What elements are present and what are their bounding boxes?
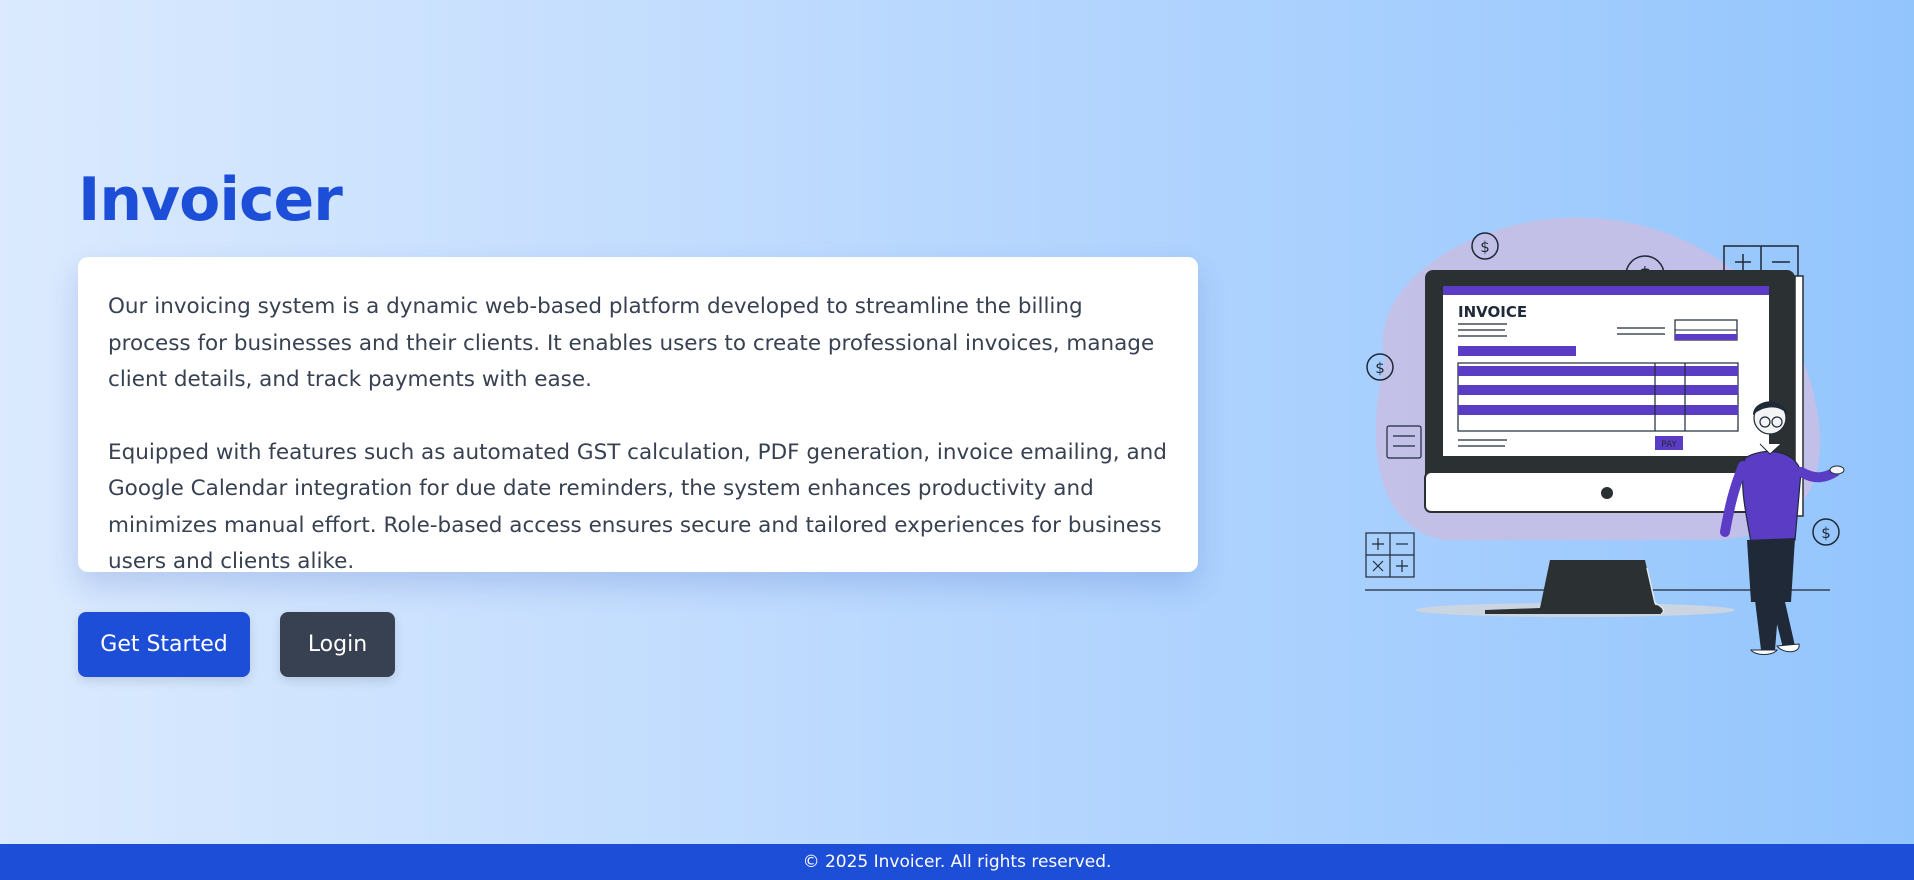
svg-text:$: $ xyxy=(1821,524,1831,542)
description-card: Our invoicing system is a dynamic web-ba… xyxy=(78,257,1198,574)
dollar-coin-icon: $ xyxy=(1812,518,1840,546)
page-title: Invoicer xyxy=(78,165,343,235)
calculator-icon xyxy=(1365,532,1415,578)
invoice-illustration: $ $ $ $ xyxy=(1365,217,1845,655)
description-paragraph-1: Our invoicing system is a dynamic web-ba… xyxy=(108,294,1155,392)
footer: © 2025 Invoicer. All rights reserved. xyxy=(0,844,1914,880)
svg-text:PAY: PAY xyxy=(1661,440,1677,450)
copyright-text: © 2025 Invoicer. All rights reserved. xyxy=(802,852,1112,872)
monitor: INVOICE PAY xyxy=(1424,270,1804,615)
svg-text:INVOICE: INVOICE xyxy=(1458,303,1527,321)
login-button[interactable]: Login xyxy=(280,612,395,677)
svg-text:$: $ xyxy=(1480,238,1490,256)
hero-section: Invoicer Our invoicing system is a dynam… xyxy=(0,0,1914,844)
description-paragraph-2: Equipped with features such as automated… xyxy=(108,439,1167,575)
svg-text:$: $ xyxy=(1375,359,1385,377)
get-started-button[interactable]: Get Started xyxy=(78,612,250,677)
